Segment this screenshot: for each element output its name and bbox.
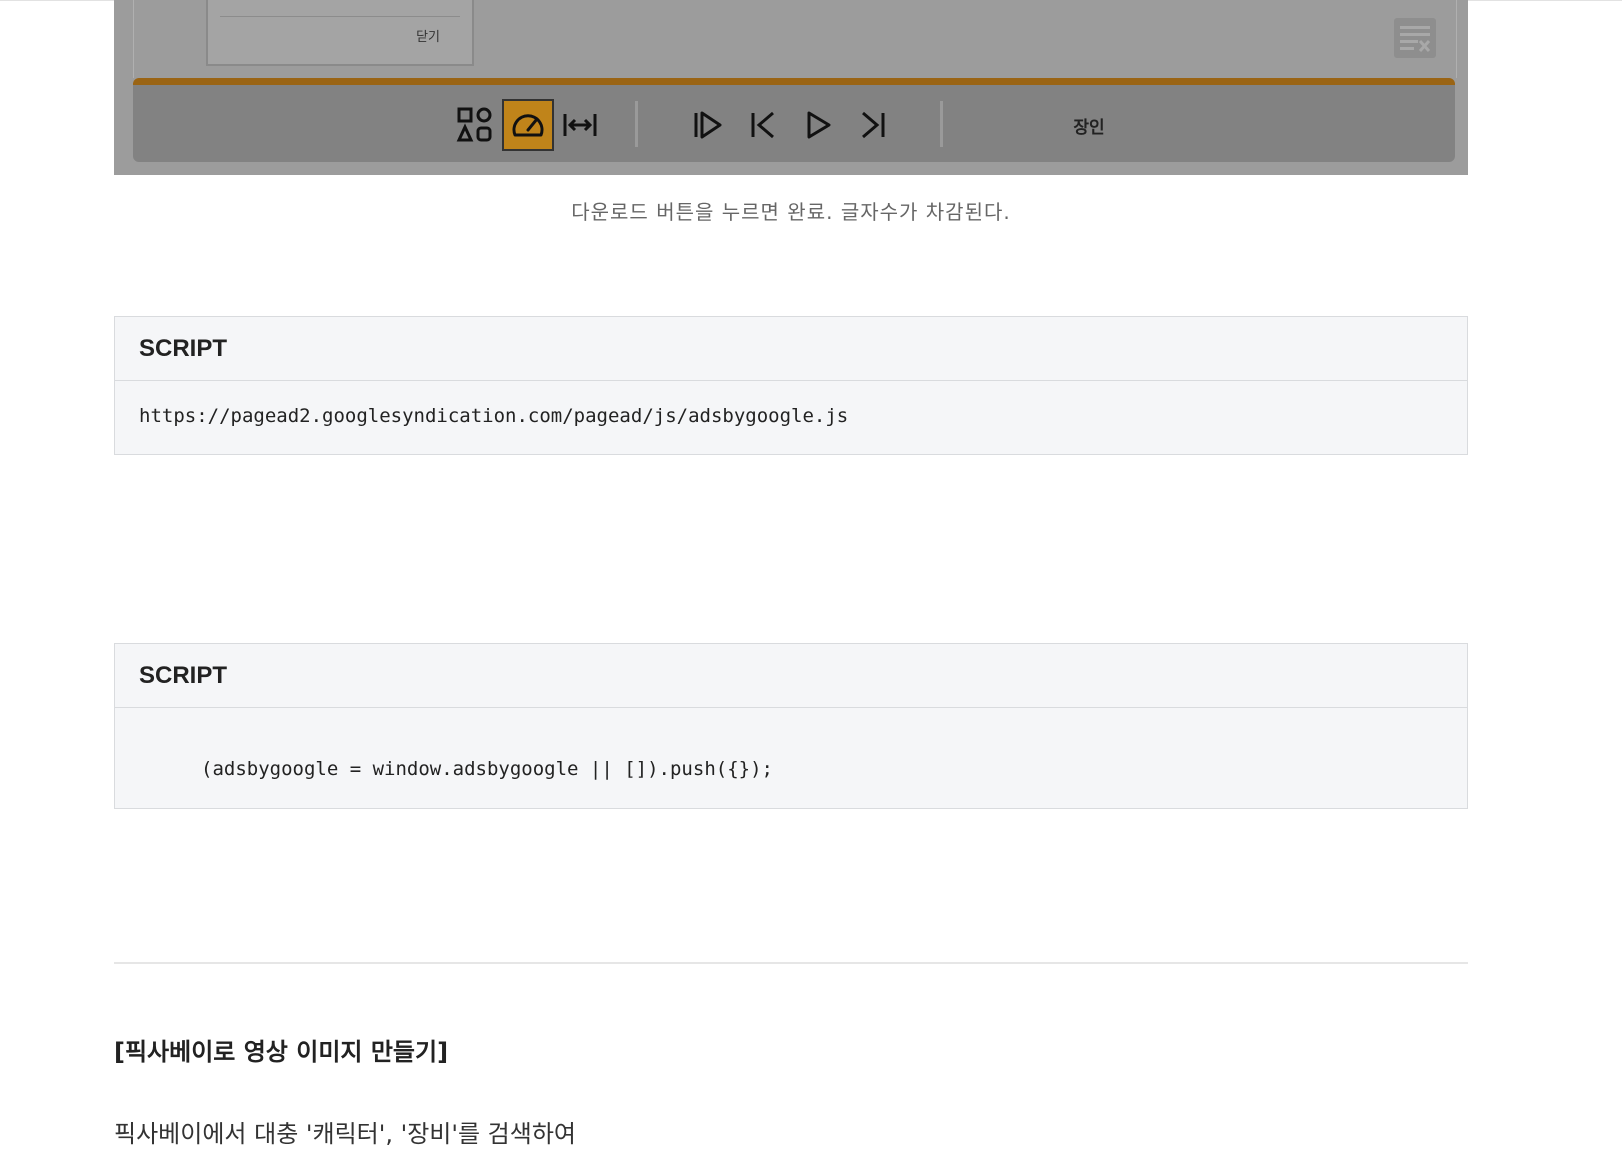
- toolbar-separator: [940, 101, 943, 147]
- skip-forward-button[interactable]: [847, 99, 899, 151]
- script-block-title: SCRIPT: [115, 317, 1467, 381]
- script-block-code: https://pagead2.googlesyndication.com/pa…: [139, 405, 849, 427]
- speed-button[interactable]: [502, 99, 554, 151]
- script-block: SCRIPT https://pagead2.googlesyndication…: [114, 316, 1468, 455]
- skip-forward-icon: [862, 111, 885, 139]
- dialog-box: 닫기: [206, 0, 474, 66]
- script-block: SCRIPT (adsbygoogle = window.adsbygoogle…: [114, 643, 1468, 809]
- clear-list-icon[interactable]: [1394, 18, 1436, 58]
- script-block-code: (adsbygoogle = window.adsbygoogle || [])…: [201, 758, 773, 780]
- skip-back-icon: [751, 111, 774, 139]
- body-paragraph: 픽사베이에서 대충 '캐릭터', '장비'를 검색하여: [114, 1120, 576, 1148]
- fit-width-button[interactable]: [554, 99, 606, 151]
- fit-width-icon: [563, 114, 597, 136]
- editor-toolbar: 장인: [133, 78, 1455, 162]
- play-from-start-icon: [694, 111, 722, 139]
- figure-caption: 다운로드 버튼을 누르면 완료. 글자수가 차감된다.: [571, 200, 1011, 224]
- section-title: [픽사베이로 영상 이미지 만들기]: [114, 1038, 449, 1066]
- toolbar-label: 장인: [1073, 118, 1105, 138]
- editor-screenshot-figure: 닫기 장인: [114, 0, 1468, 175]
- section-divider: [114, 962, 1468, 964]
- toolbar-separator: [635, 101, 638, 147]
- play-icon: [807, 111, 831, 139]
- shapes-button[interactable]: [449, 99, 501, 151]
- skip-back-button[interactable]: [737, 99, 789, 151]
- editor-panel: 닫기: [133, 0, 1457, 78]
- shapes-icon: [456, 107, 492, 142]
- speed-gauge-icon: [512, 114, 544, 137]
- dialog-close-button[interactable]: 닫기: [416, 26, 440, 45]
- dialog-divider: [220, 16, 460, 17]
- play-from-start-button[interactable]: [682, 99, 734, 151]
- play-button[interactable]: [792, 99, 844, 151]
- script-block-title: SCRIPT: [115, 644, 1467, 708]
